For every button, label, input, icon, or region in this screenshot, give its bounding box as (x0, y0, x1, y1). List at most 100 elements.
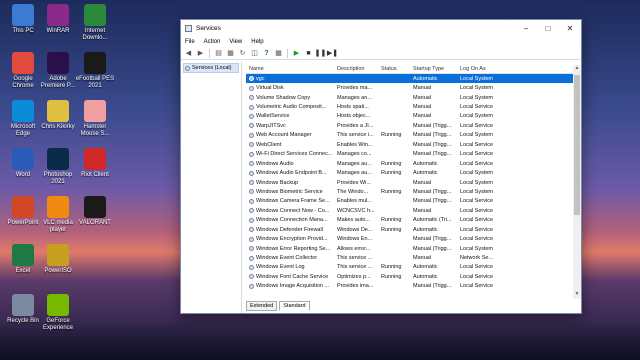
cell-log-on-as: Local System (460, 94, 494, 101)
desktop-icon-hamster[interactable]: Hamster Mouse S... (75, 100, 115, 138)
desktop-icon-winrar[interactable]: WinRAR (38, 4, 78, 35)
toolbar-separator (287, 48, 288, 58)
cell-description: This service ... (337, 264, 373, 271)
scroll-down-arrow-icon[interactable]: ▼ (573, 291, 581, 299)
table-row[interactable]: Windows Error Reporting Se... Allows erro… (246, 244, 573, 253)
column-header-description[interactable]: Description (335, 66, 379, 72)
table-row[interactable]: Windows Image Acquisition ... Provides im… (246, 282, 573, 291)
table-row[interactable]: Volume Shadow Copy Manages an... Manual Loc… (246, 93, 573, 102)
desktop-icon-chrome[interactable]: Google Chrome (3, 52, 43, 90)
desktop-icon-idm[interactable]: Internet Downlo... (75, 4, 115, 42)
properties-icon[interactable]: ▦ (274, 49, 283, 58)
table-row[interactable]: Web Account Manager This service i... Runn… (246, 131, 573, 140)
winrar-icon (47, 4, 69, 26)
desktop-icon-edge[interactable]: Microsoft Edge (3, 100, 43, 138)
service-name-text: Windows Image Acquisition ... (256, 283, 330, 290)
scroll-up-arrow-icon[interactable]: ▲ (573, 65, 581, 73)
desktop-icon-photoshop[interactable]: Photoshop 2021 (38, 148, 78, 186)
start-service-icon[interactable]: ▶ (292, 49, 301, 58)
table-row[interactable]: Windows Camera Frame Se... Enables mul...… (246, 197, 573, 206)
cell-description: Manages an... (337, 94, 372, 101)
menu-action[interactable]: Action (204, 39, 221, 45)
close-button[interactable]: ✕ (559, 20, 581, 36)
desktop-icon-riot[interactable]: Riot Client (75, 148, 115, 179)
desktop-icon-label: Excel (15, 268, 31, 274)
service-name-text: Windows Audio Endpoint B... (256, 170, 327, 177)
pause-service-icon[interactable]: ❚❚ (315, 49, 327, 58)
table-row[interactable]: Wi-Fi Direct Services Connec... Manages c… (246, 150, 573, 159)
maximize-button[interactable]: □ (537, 20, 559, 36)
restart-service-icon[interactable]: ▶❚ (327, 49, 338, 58)
desktop-icon-label: Hamster Mouse S... (80, 124, 110, 137)
tab-standard[interactable]: Standard (279, 301, 310, 311)
column-header-log-on-as[interactable]: Log On As (458, 66, 496, 72)
table-row[interactable]: vgc Automatic Local System (246, 74, 573, 84)
table-row[interactable]: Windows Backup Provides Wi... Manual Local … (246, 178, 573, 187)
table-row[interactable]: Volumetric Audio Composit... Hosts spati.… (246, 102, 573, 111)
desktop-icon-app[interactable]: Chris Kikirky (38, 100, 78, 131)
desktop-icon-premiere[interactable]: Adobe Premiere P... (38, 52, 78, 90)
refresh-icon[interactable]: ↻ (238, 49, 247, 58)
title-bar[interactable]: Services – □ ✕ (181, 20, 581, 36)
minimize-button[interactable]: – (515, 20, 537, 36)
column-header-startup-type[interactable]: Startup Type (411, 66, 458, 72)
table-row[interactable]: Windows Connection Mana... Makes auto... R… (246, 216, 573, 225)
column-header-name[interactable]: Name (246, 66, 335, 72)
desktop-icon-recycle-bin[interactable]: Recycle Bin (3, 294, 43, 325)
menu-help[interactable]: Help (251, 39, 263, 45)
desktop-icon-pes[interactable]: eFootball PES 2021 (75, 52, 115, 90)
table-row[interactable]: WalletService Hosts objec... Manual Local S… (246, 112, 573, 121)
cell-log-on-as: Local System (460, 245, 494, 252)
desktop-icon-valorant[interactable]: VALORANT (75, 196, 115, 227)
excel-icon (12, 244, 34, 266)
table-row[interactable]: Windows Encryption Provid... Windows En..… (246, 234, 573, 243)
table-row[interactable]: Windows Connect Now - Co... WCNCSVC h... M… (246, 206, 573, 215)
gear-icon (249, 76, 254, 82)
table-row[interactable]: WebClient Enables Win... Manual (Trigg... L… (246, 140, 573, 149)
desktop-icon-powerpoint[interactable]: PowerPoint (3, 196, 43, 227)
powerpoint-icon (12, 196, 34, 218)
table-row[interactable]: WarpJITSvc Provides a JI... Manual (Trigg.… (246, 121, 573, 130)
tab-extended[interactable]: Extended (246, 301, 278, 311)
table-row[interactable]: Windows Audio Manages au... Running Automat… (246, 159, 573, 168)
cell-startup-type: Manual (413, 179, 432, 186)
menu-view[interactable]: View (229, 39, 242, 45)
tree-item-services-local[interactable]: Services (Local) (183, 63, 239, 73)
table-row[interactable]: Windows Event Log This service ... Running… (246, 263, 573, 272)
edge-icon (12, 100, 34, 122)
stop-service-icon[interactable]: ■ (304, 49, 313, 58)
desktop-icon-monitor[interactable]: This PC (3, 4, 43, 35)
console-tree-icon[interactable]: ▤ (214, 49, 223, 58)
idm-icon (84, 4, 106, 26)
cell-log-on-as: Local Service (460, 141, 494, 148)
desktop-icon-geforce[interactable]: GeForce Experience (38, 294, 78, 332)
help-icon[interactable]: ? (262, 49, 271, 58)
cell-log-on-as: Local System (460, 188, 494, 195)
desktop-icon-word[interactable]: Word (3, 148, 43, 179)
desktop-icon-vlc[interactable]: VLC media player (38, 196, 78, 234)
desktop-icon-poweriso[interactable]: PowerISO (38, 244, 78, 275)
export-list-icon[interactable]: ◫ (250, 49, 259, 58)
cell-log-on-as: Local System (460, 75, 494, 82)
scrollbar-thumb[interactable] (574, 75, 580, 215)
cell-description: This service ... (337, 255, 373, 262)
table-row[interactable]: Windows Defender Firewall Windows De... Ru… (246, 225, 573, 234)
cell-startup-type: Automatic (413, 75, 438, 82)
table-row[interactable]: Windows Audio Endpoint B... Manages au...… (246, 168, 573, 177)
gear-icon (249, 104, 254, 110)
table-row[interactable]: Windows Biometric Service The Windo... Run… (246, 187, 573, 196)
menu-file[interactable]: File (185, 39, 195, 45)
table-row[interactable]: Virtual Disk Provides ma... Manual Local Sy… (246, 83, 573, 92)
cell-log-on-as: Local Service (460, 160, 494, 167)
forward-arrow-icon[interactable]: ▶ (196, 49, 205, 58)
app-icon (47, 100, 69, 122)
back-arrow-icon[interactable]: ◀ (184, 49, 193, 58)
desktop-icon-excel[interactable]: Excel (3, 244, 43, 275)
column-header-status[interactable]: Status (379, 66, 411, 72)
services-window[interactable]: Services – □ ✕ File Action View Help ◀ ▶… (180, 19, 582, 314)
list-view-icon[interactable]: ▦ (226, 49, 235, 58)
vertical-scrollbar[interactable]: ▲ ▼ (573, 65, 581, 299)
table-row[interactable]: Windows Event Collector This service ... M… (246, 253, 573, 262)
service-name-text: Windows Camera Frame Se... (256, 198, 330, 205)
table-row[interactable]: Windows Font Cache Service Optimizes p...… (246, 272, 573, 281)
